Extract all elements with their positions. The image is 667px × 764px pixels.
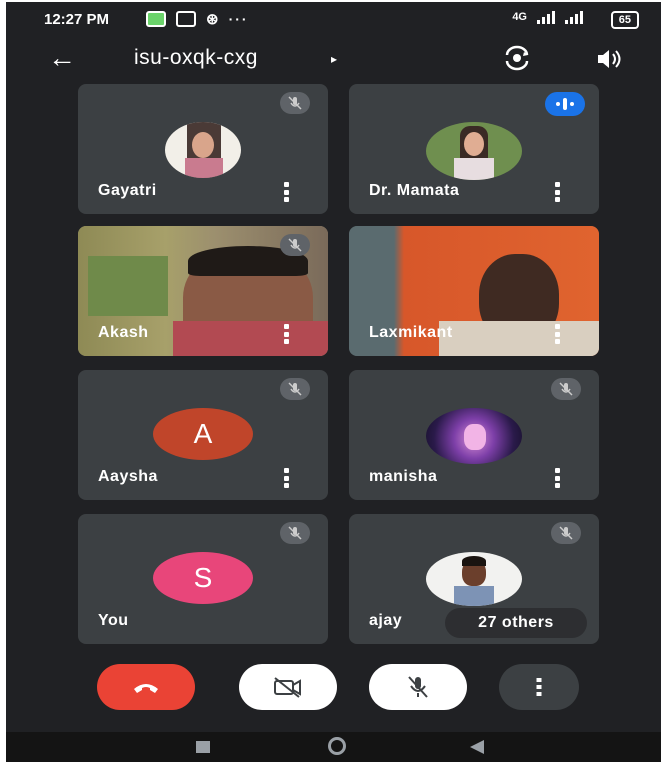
avatar-letter: A	[153, 408, 253, 460]
avatar-photo	[426, 408, 522, 464]
avatar-letter: S	[153, 552, 253, 604]
end-call-icon	[134, 684, 158, 693]
mic-off-icon	[408, 676, 428, 698]
participant-name: Laxmikant	[369, 324, 453, 341]
others-count-button[interactable]: 27 others	[445, 608, 587, 638]
signal-icon	[537, 10, 555, 24]
camera-toggle-button[interactable]	[239, 664, 337, 710]
participant-name: Dr. Mamata	[369, 182, 460, 199]
back-icon[interactable]	[470, 740, 484, 754]
more-vert-icon[interactable]	[284, 468, 290, 488]
mic-muted-icon	[280, 378, 310, 400]
avatar-photo	[426, 552, 522, 606]
speaker-icon[interactable]	[594, 45, 622, 73]
meeting-header: ← isu-oxqk-cxg ▸	[6, 38, 661, 82]
mic-toggle-button[interactable]	[369, 664, 467, 710]
status-time: 12:27 PM	[44, 11, 110, 28]
more-vert-icon	[536, 678, 542, 696]
back-arrow-icon[interactable]: ←	[48, 44, 76, 72]
network-type: 4G	[512, 11, 527, 23]
call-controls	[6, 664, 661, 714]
expand-arrow-icon[interactable]: ▸	[331, 52, 337, 66]
more-vert-icon[interactable]	[555, 182, 561, 202]
avatar-photo	[165, 122, 241, 178]
signal-area: 4G	[512, 10, 583, 24]
participant-name: manisha	[369, 468, 438, 485]
more-options-button[interactable]	[499, 664, 579, 710]
more-notifications-icon: ···	[228, 11, 249, 27]
participant-tile-laxmikant[interactable]: Laxmikant	[349, 226, 599, 356]
more-vert-icon[interactable]	[555, 468, 561, 488]
speaking-indicator-icon	[545, 92, 585, 116]
mic-muted-icon	[280, 234, 310, 256]
participant-tile-gayatri[interactable]: Gayatri	[78, 84, 328, 214]
participant-tile-you[interactable]: S You	[78, 514, 328, 644]
recent-apps-icon[interactable]	[196, 741, 210, 753]
participant-name: Gayatri	[98, 182, 157, 199]
notification-icons: ⊛ ···	[146, 10, 249, 28]
participant-name: ajay	[369, 612, 403, 629]
participant-tile-akash[interactable]: Akash	[78, 226, 328, 356]
mic-muted-icon	[280, 92, 310, 114]
more-vert-icon[interactable]	[555, 324, 561, 344]
phone-screen: 12:27 PM ⊛ ··· 4G 65 ← isu-oxqk-cxg ▸ Ga…	[6, 2, 661, 762]
status-bar: 12:27 PM ⊛ ··· 4G 65	[6, 2, 661, 36]
mic-muted-icon	[551, 378, 581, 400]
mic-muted-icon	[551, 522, 581, 544]
camera-off-icon	[274, 677, 301, 698]
participant-tile-manisha[interactable]: manisha	[349, 370, 599, 500]
participant-tile-dr-mamata[interactable]: Dr. Mamata	[349, 84, 599, 214]
avatar-photo	[426, 122, 522, 180]
mic-muted-icon	[280, 522, 310, 544]
system-nav-bar	[6, 732, 661, 762]
signal-2-icon	[565, 10, 583, 24]
meeting-code[interactable]: isu-oxqk-cxg	[134, 46, 258, 70]
participant-tile-aaysha[interactable]: A Aaysha	[78, 370, 328, 500]
settings-notification-icon: ⊛	[206, 11, 219, 28]
participant-name: You	[98, 612, 129, 629]
switch-camera-icon[interactable]	[502, 43, 532, 73]
screen-notification-icon	[176, 11, 196, 27]
participant-tile-ajay[interactable]: ajay 27 others	[349, 514, 599, 644]
battery-indicator: 65	[610, 11, 639, 29]
home-icon[interactable]	[328, 737, 346, 755]
more-vert-icon[interactable]	[284, 324, 290, 344]
end-call-button[interactable]	[97, 664, 195, 710]
participant-name: Akash	[98, 324, 149, 341]
participant-name: Aaysha	[98, 468, 158, 485]
app-notification-icon	[146, 11, 166, 27]
more-vert-icon[interactable]	[284, 182, 290, 202]
